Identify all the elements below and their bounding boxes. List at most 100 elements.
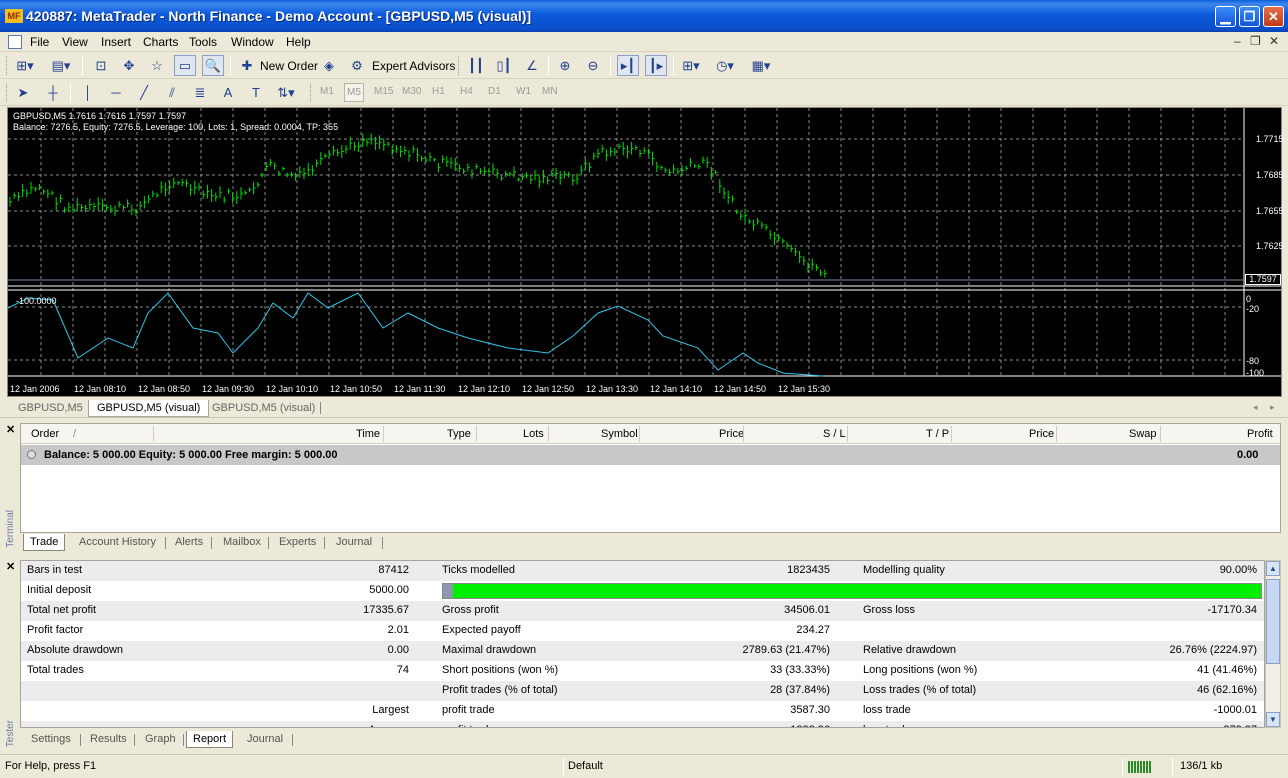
- chart-window-icon[interactable]: [8, 35, 22, 49]
- templates-icon[interactable]: ▦▾: [750, 55, 772, 76]
- text-label-icon[interactable]: T: [245, 82, 267, 103]
- col-order[interactable]: Order: [31, 428, 59, 440]
- col-symbol[interactable]: Symbol: [601, 428, 638, 440]
- col-sl[interactable]: S / L: [823, 428, 846, 440]
- timeframe-mn[interactable]: MN: [542, 86, 558, 97]
- chart-tab[interactable]: GBPUSD,M5: [10, 400, 91, 417]
- timeframe-m5[interactable]: M5: [344, 83, 364, 102]
- menu-file[interactable]: File: [30, 35, 49, 49]
- zoom-in-icon[interactable]: ⊕: [554, 55, 576, 76]
- tab-journal[interactable]: Journal: [330, 534, 378, 551]
- scroll-up-icon[interactable]: ▲: [1266, 561, 1280, 576]
- timeframe-w1[interactable]: W1: [516, 86, 531, 97]
- periods-icon[interactable]: ◷▾: [714, 55, 736, 76]
- col-price-current[interactable]: Price: [1029, 428, 1054, 440]
- data-window-icon[interactable]: ✥: [118, 55, 140, 76]
- tab-graph[interactable]: Graph: [139, 731, 182, 748]
- auto-scroll-icon[interactable]: ▸┃: [617, 55, 639, 76]
- menu-tools[interactable]: Tools: [189, 35, 217, 49]
- indicators-icon[interactable]: ⊞▾: [680, 55, 702, 76]
- vertical-line-icon[interactable]: │: [77, 82, 99, 103]
- market-watch-icon[interactable]: ⊡: [90, 55, 112, 76]
- tab-tester-journal[interactable]: Journal: [241, 731, 289, 748]
- col-tp[interactable]: T / P: [926, 428, 949, 440]
- horizontal-line-icon[interactable]: ─: [105, 82, 127, 103]
- tab-experts[interactable]: Experts: [273, 534, 322, 551]
- timeframe-m30[interactable]: M30: [402, 86, 421, 97]
- metaeditor-icon[interactable]: ◈: [318, 55, 340, 76]
- menu-help[interactable]: Help: [286, 35, 311, 49]
- col-swap[interactable]: Swap: [1129, 428, 1157, 440]
- terminal-icon[interactable]: ▭: [174, 55, 196, 76]
- menu-view[interactable]: View: [62, 35, 88, 49]
- price-label: 1.7715: [1256, 134, 1284, 144]
- tab-settings[interactable]: Settings: [25, 731, 77, 748]
- col-type[interactable]: Type: [447, 428, 471, 440]
- col-time[interactable]: Time: [356, 428, 380, 440]
- timeframe-h1[interactable]: H1: [432, 86, 445, 97]
- expert-advisors-button[interactable]: Expert Advisors: [372, 59, 455, 73]
- menu-window[interactable]: Window: [231, 35, 274, 49]
- report-row: Average profit trade 1232.36 loss trade -373…: [21, 721, 1264, 727]
- zoom-out-icon[interactable]: ⊖: [582, 55, 604, 76]
- arrows-icon[interactable]: ⇅▾: [275, 82, 297, 103]
- tab-account-history[interactable]: Account History: [73, 534, 162, 551]
- crosshair-icon[interactable]: ┼: [42, 82, 64, 103]
- line-chart-icon[interactable]: ∠: [521, 55, 543, 76]
- menu-insert[interactable]: Insert: [101, 35, 131, 49]
- report-scrollbar[interactable]: ▲ ▼: [1265, 560, 1281, 728]
- new-order-button[interactable]: New Order: [260, 59, 318, 73]
- scroll-thumb[interactable]: [1266, 579, 1280, 664]
- tab-scroll-left-icon[interactable]: ◂: [1253, 402, 1258, 413]
- mdi-minimize-button[interactable]: –: [1234, 34, 1241, 48]
- new-chart-icon[interactable]: ⊞▾: [14, 55, 36, 76]
- bar-chart-icon[interactable]: ┃┃: [465, 55, 487, 76]
- price-label: 1.7625: [1256, 241, 1284, 251]
- candlestick-icon[interactable]: ▯┃: [493, 55, 515, 76]
- tab-scroll-right-icon[interactable]: ▸: [1270, 402, 1275, 413]
- tab-mailbox[interactable]: Mailbox: [217, 534, 267, 551]
- close-terminal-icon[interactable]: ✕: [6, 423, 15, 436]
- timeframe-d1[interactable]: D1: [488, 86, 501, 97]
- new-order-icon[interactable]: ✚: [236, 55, 258, 76]
- tab-results[interactable]: Results: [84, 731, 133, 748]
- navigator-icon[interactable]: ☆: [146, 55, 168, 76]
- price-label: 1.7685: [1256, 170, 1284, 180]
- fibonacci-icon[interactable]: ≣: [189, 82, 211, 103]
- toolbar-grip[interactable]: [6, 56, 9, 75]
- tab-trade[interactable]: Trade: [23, 534, 66, 551]
- trendline-icon[interactable]: ╱: [133, 82, 155, 103]
- tester-icon[interactable]: 🔍: [202, 55, 224, 76]
- timeframe-m1[interactable]: M1: [320, 86, 334, 97]
- menu-charts[interactable]: Charts: [143, 35, 178, 49]
- status-help: For Help, press F1: [5, 760, 97, 772]
- mdi-restore-button[interactable]: ❐: [1250, 34, 1261, 48]
- minimize-button[interactable]: ▁: [1215, 6, 1236, 27]
- report-value: 46 (62.16%): [1197, 684, 1257, 696]
- balance-row[interactable]: Balance: 5 000.00 Equity: 5 000.00 Free …: [21, 445, 1280, 465]
- chart-shift-icon[interactable]: ┃▸: [645, 55, 667, 76]
- profiles-icon[interactable]: ▤▾: [50, 55, 72, 76]
- close-button[interactable]: ✕: [1263, 6, 1284, 27]
- col-lots[interactable]: Lots: [523, 428, 544, 440]
- mdi-close-button[interactable]: ✕: [1269, 34, 1279, 48]
- tab-report[interactable]: Report: [186, 731, 234, 748]
- maximize-button[interactable]: ❐: [1239, 6, 1260, 27]
- cursor-icon[interactable]: ➤: [12, 82, 34, 103]
- chart-tab[interactable]: GBPUSD,M5 (visual): [204, 400, 323, 417]
- tab-alerts[interactable]: Alerts: [169, 534, 209, 551]
- current-price-marker: 1.7597: [1245, 274, 1281, 285]
- text-icon[interactable]: A: [217, 82, 239, 103]
- equidistant-channel-icon[interactable]: ⫽: [161, 82, 183, 103]
- price-chart[interactable]: GBPUSD,M5 1.7616 1.7616 1.7597 1.7597 Ba…: [7, 107, 1284, 397]
- timeframe-h4[interactable]: H4: [460, 86, 473, 97]
- close-tester-icon[interactable]: ✕: [6, 560, 15, 573]
- timeframe-m15[interactable]: M15: [374, 86, 393, 97]
- col-profit[interactable]: Profit: [1247, 428, 1273, 440]
- report-value: 90.00%: [1219, 564, 1257, 576]
- scroll-down-icon[interactable]: ▼: [1266, 712, 1280, 727]
- chart-tab-active[interactable]: GBPUSD,M5 (visual): [88, 400, 210, 417]
- expert-advisors-icon[interactable]: ⚙: [346, 55, 368, 76]
- report-label: Expected payoff: [442, 624, 521, 636]
- col-price[interactable]: Price: [719, 428, 744, 440]
